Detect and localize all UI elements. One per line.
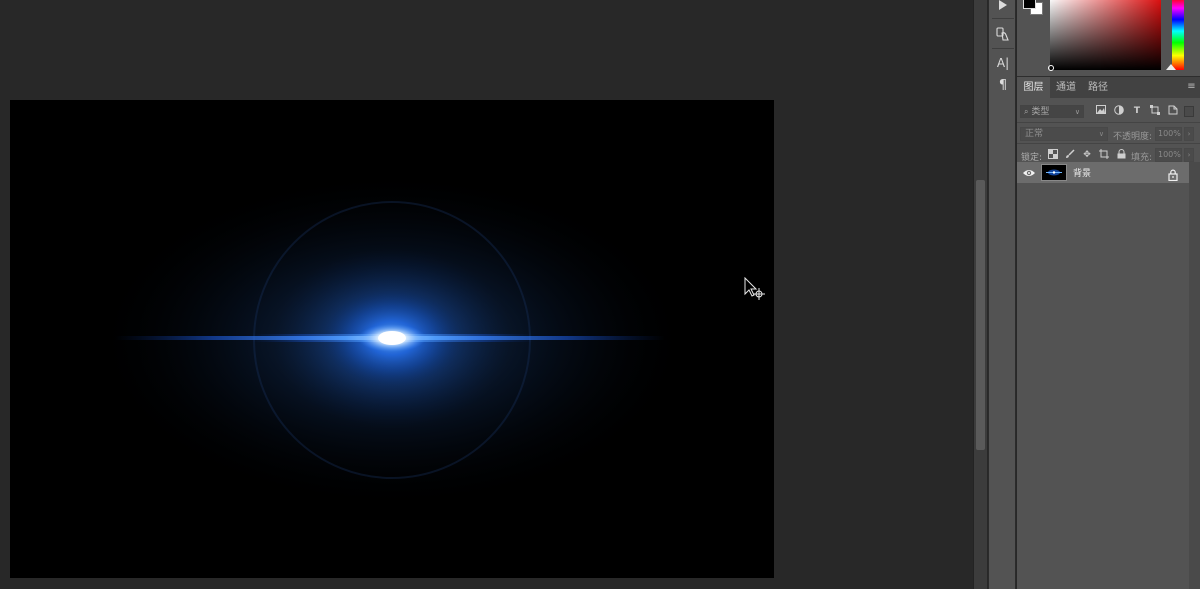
shape-filter-icon[interactable] — [1149, 105, 1161, 117]
lock-position-move-icon[interactable]: ✥ — [1081, 149, 1093, 161]
opacity-label: 不透明度: — [1113, 132, 1153, 142]
blend-mode-value: 正常 — [1025, 129, 1044, 139]
filter-kind-label: 类型 — [1031, 107, 1050, 117]
chevron-down-icon: ∨ — [1074, 108, 1080, 116]
canvas-vertical-scrollbar[interactable] — [973, 0, 987, 589]
play-icon[interactable] — [989, 0, 1017, 16]
color-picker-marker[interactable] — [1048, 65, 1054, 71]
saturation-value-field[interactable] — [1050, 0, 1161, 70]
tab-paths[interactable]: 路径 — [1082, 77, 1114, 99]
layers-panel-scrollbar[interactable] — [1189, 162, 1200, 589]
type-filter-icon[interactable]: T — [1131, 105, 1143, 117]
blend-mode-row: 正常 ∨ 不透明度: 100% › — [1017, 123, 1200, 145]
layer-filter-row: ⌕ 类型 ∨ T — [1017, 100, 1200, 122]
opacity-field[interactable]: 100% — [1155, 127, 1182, 141]
paragraph-icon[interactable]: ¶ — [989, 74, 1017, 96]
layer-thumbnail — [1041, 164, 1067, 181]
adjustment-filter-icon[interactable] — [1113, 105, 1125, 117]
lens-flare-image — [92, 170, 692, 510]
foreground-color-swatch[interactable] — [1023, 0, 1036, 9]
dock-divider — [992, 18, 1014, 19]
clone-source-icon[interactable] — [989, 23, 1017, 45]
prevent-auto-nesting-icon[interactable] — [1098, 149, 1110, 161]
hue-slider[interactable] — [1172, 0, 1184, 70]
tab-layers[interactable]: 图层 — [1017, 77, 1050, 99]
dock-divider — [992, 48, 1014, 49]
blend-mode-select[interactable]: 正常 ∨ — [1020, 127, 1108, 141]
layers-panel-tabs: 图层 通道 路径 ≡ — [1017, 76, 1200, 99]
scrollbar-thumb[interactable] — [976, 180, 985, 450]
opacity-dropdown-arrow-icon[interactable]: › — [1184, 127, 1194, 141]
layer-filter-kind-select[interactable]: ⌕ 类型 ∨ — [1020, 105, 1084, 118]
document-canvas[interactable] — [10, 100, 774, 578]
smart-object-filter-icon[interactable] — [1167, 105, 1179, 117]
canvas-workspace[interactable] — [0, 0, 973, 589]
fill-field[interactable]: 100% — [1155, 148, 1182, 162]
move-tool-cursor-icon — [743, 276, 767, 303]
tab-channels[interactable]: 通道 — [1050, 77, 1082, 99]
lock-image-pixels-brush-icon[interactable] — [1064, 149, 1076, 161]
fill-dropdown-arrow-icon[interactable]: › — [1184, 148, 1194, 162]
right-panel: 图层 通道 路径 ≡ ⌕ 类型 ∨ T 正常 ∨ 不透明度: 100% › 锁定… — [1017, 0, 1200, 589]
lock-transparent-pixels-icon[interactable] — [1047, 149, 1059, 161]
search-icon: ⌕ — [1024, 107, 1029, 116]
layer-row-background[interactable]: 背景 — [1017, 162, 1189, 183]
chevron-down-icon: ∨ — [1098, 130, 1104, 138]
color-panel — [1017, 0, 1200, 74]
hue-slider-marker[interactable] — [1166, 64, 1176, 70]
hamburger-menu-icon[interactable]: ≡ — [1186, 81, 1197, 93]
character-icon[interactable]: A| — [989, 52, 1017, 74]
collapsed-panel-dock: A| ¶ — [988, 0, 1016, 589]
lock-all-icon[interactable] — [1115, 149, 1127, 161]
photoshop-window: A| ¶ 图层 通道 路径 ≡ ⌕ 类型 ∨ T 正常 ∨ 不透明度: 100%… — [0, 0, 1200, 589]
image-filter-icon[interactable] — [1095, 105, 1107, 117]
layers-panel: ⌕ 类型 ∨ T 正常 ∨ 不透明度: 100% › 锁定: ✥ 填充: 100… — [1017, 98, 1200, 589]
layer-name: 背景 — [1073, 169, 1092, 179]
lock-icon — [1168, 166, 1178, 182]
filter-toggle-switch[interactable] — [1184, 106, 1194, 117]
eye-visibility-icon[interactable] — [1022, 165, 1036, 179]
